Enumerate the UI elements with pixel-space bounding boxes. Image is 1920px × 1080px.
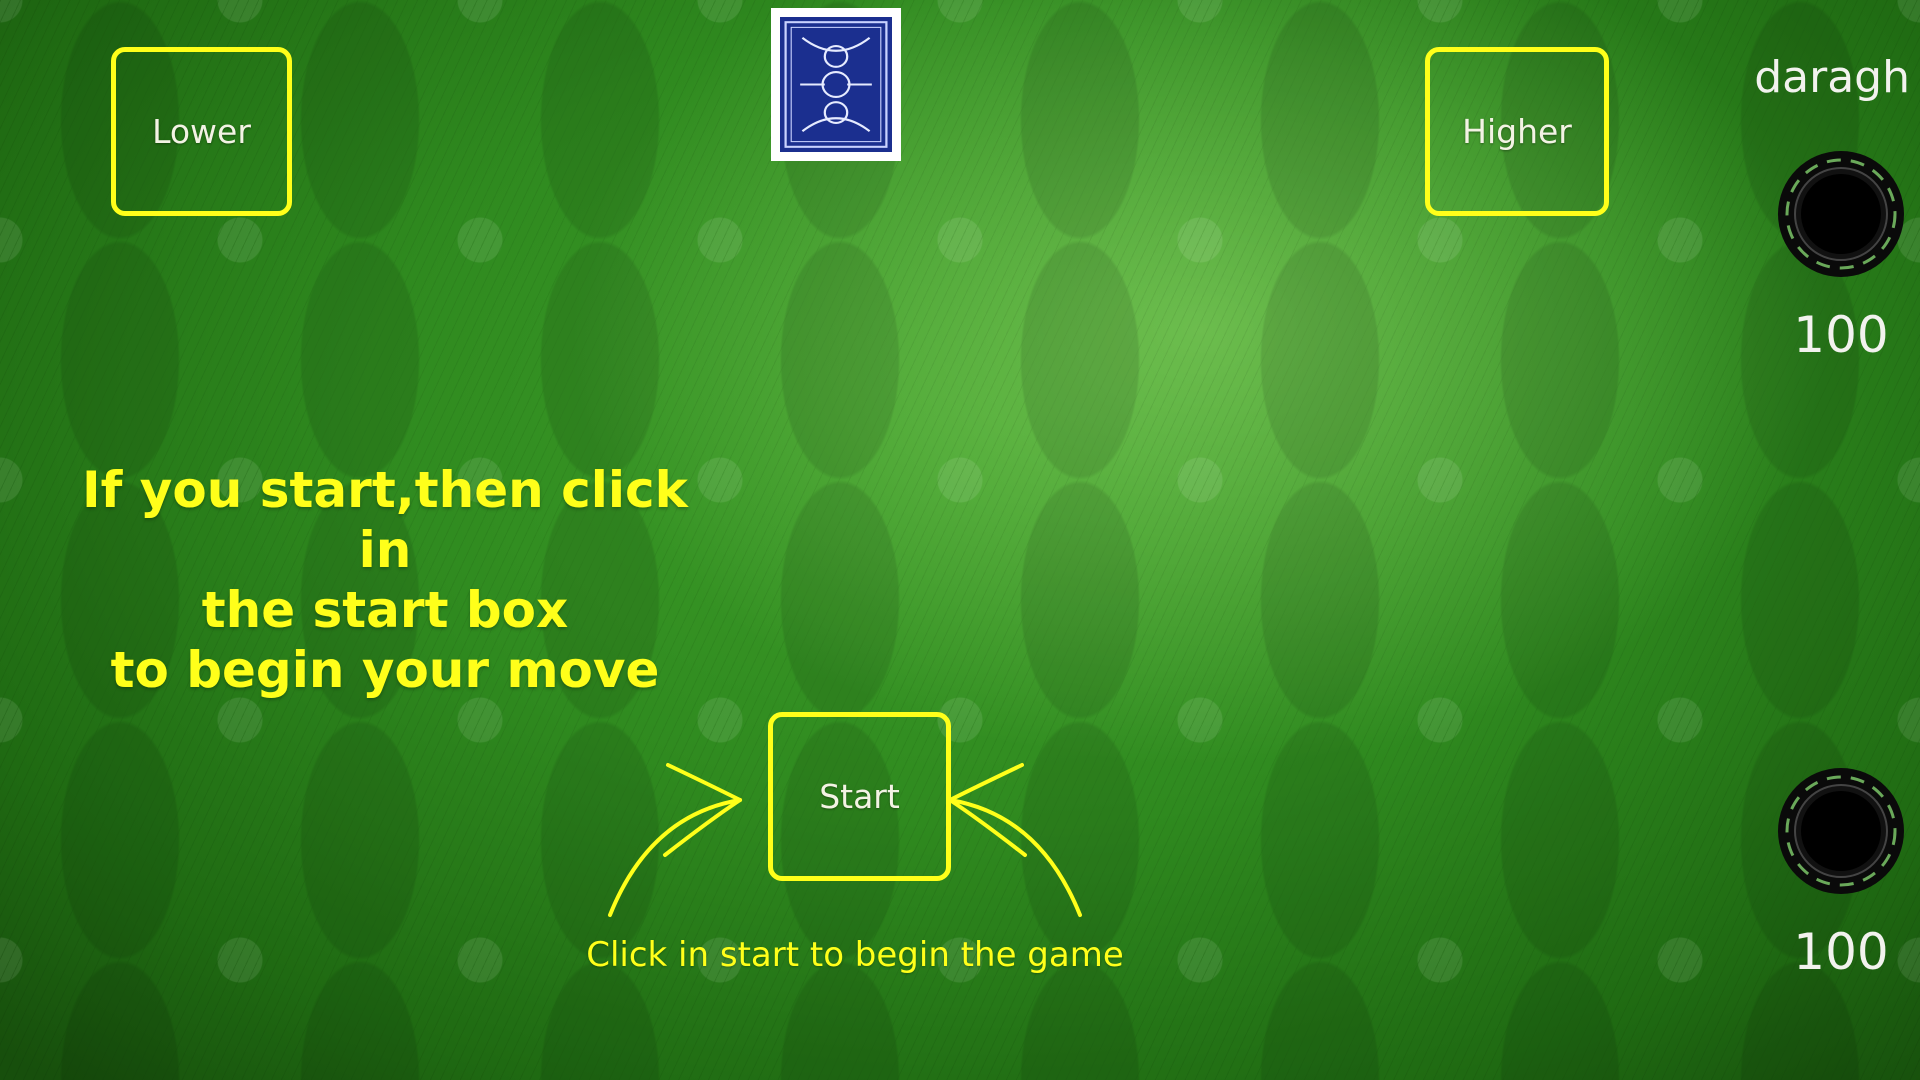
player-name: daragh [1754, 52, 1910, 103]
deck-card-back[interactable] [771, 8, 901, 161]
higher-button[interactable]: Higher [1425, 47, 1609, 216]
start-button[interactable]: Start [768, 712, 951, 881]
instruction-line: to begin your move [110, 641, 660, 699]
lower-button-label: Lower [152, 112, 251, 151]
poker-chip-icon [1776, 766, 1906, 896]
chip-count-top: 100 [1793, 306, 1889, 364]
poker-chip-icon [1776, 149, 1906, 279]
instruction-line: If you start,then click in [82, 461, 688, 579]
card-back-icon [780, 17, 892, 152]
higher-button-label: Higher [1462, 112, 1572, 151]
lower-button[interactable]: Lower [111, 47, 292, 216]
chip-count-bottom: 100 [1793, 923, 1889, 981]
start-hint-text: Click in start to begin the game [586, 935, 1124, 975]
instruction-line: the start box [201, 581, 569, 639]
start-button-label: Start [819, 777, 900, 816]
instructions-text: If you start,then click in the start box… [50, 460, 720, 700]
